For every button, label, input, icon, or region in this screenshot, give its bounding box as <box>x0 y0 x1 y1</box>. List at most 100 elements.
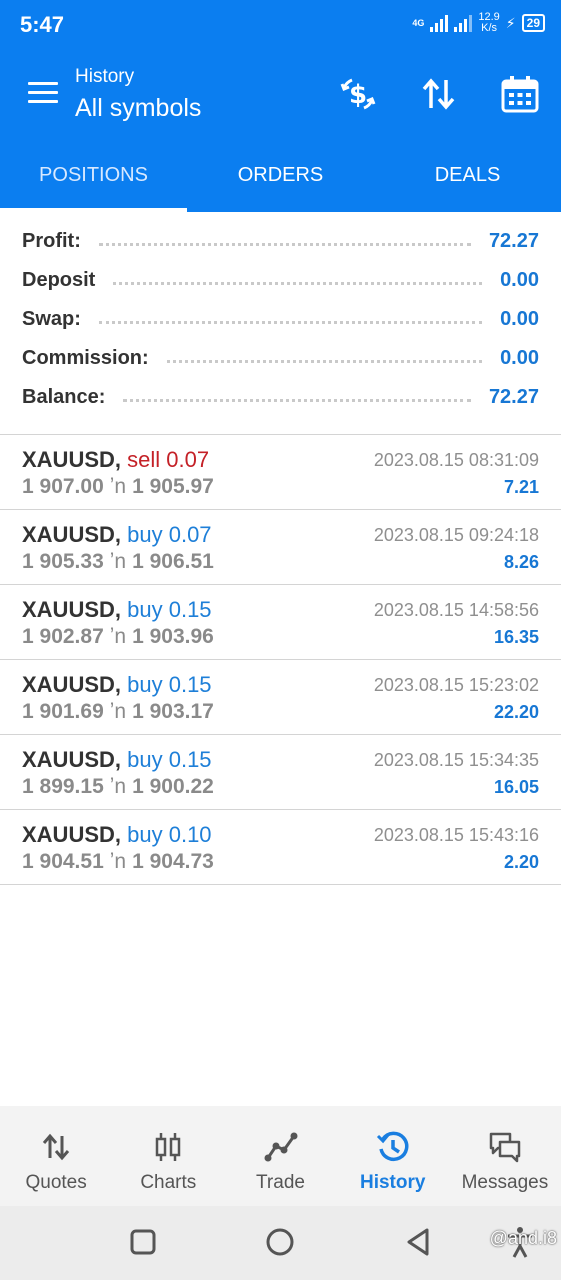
summary-row-commission: Commission: 0.00 <box>0 339 561 378</box>
summary-row-balance: Balance: 72.27 <box>0 378 561 417</box>
list-item[interactable]: XAUUSD, buy 0.10 1 904.51 ʼn 1 904.73 2023… <box>0 810 561 885</box>
deal-symbol: XAUUSD, <box>22 597 122 622</box>
deal-prices: 1 904.51 ʼn 1 904.73 <box>22 850 214 874</box>
deal-time: 2023.08.15 15:43:16 <box>373 825 539 845</box>
deal-open-price: 1 905.33 <box>22 550 104 573</box>
nav-label: Trade <box>256 1172 305 1193</box>
tab-deals[interactable]: DEALS <box>374 138 561 212</box>
commission-value: 0.00 <box>500 347 539 369</box>
swap-label: Swap: <box>22 308 81 330</box>
dotted-leader <box>166 360 483 363</box>
deal-action: buy 0.07 <box>127 522 212 547</box>
status-bar: 5:47 4G 12.9 K/s ⚡ 29 <box>0 0 561 52</box>
deal-close-price: 1 904.73 <box>132 850 214 873</box>
currency-exchange-icon[interactable]: $ <box>338 74 378 114</box>
battery-level: 29 <box>521 14 545 32</box>
deal-title: XAUUSD, buy 0.15 <box>22 747 212 773</box>
deal-action: buy 0.10 <box>127 822 212 847</box>
status-icons: 4G 12.9 K/s ⚡ 29 <box>412 12 545 34</box>
deal-prices: 1 907.00 ʼn 1 905.97 <box>22 475 214 499</box>
deal-profit: 16.05 <box>493 777 539 797</box>
deal-profit: 16.35 <box>493 627 539 647</box>
deposit-value: 0.00 <box>500 269 539 291</box>
deal-time: 2023.08.15 08:31:09 <box>373 450 539 470</box>
deal-open-price: 1 899.15 <box>22 775 104 798</box>
deal-open-price: 1 907.00 <box>22 475 104 498</box>
deal-title: XAUUSD, buy 0.15 <box>22 672 212 698</box>
list-item[interactable]: XAUUSD, buy 0.15 1 901.69 ʼn 1 903.17 2023… <box>0 660 561 735</box>
deal-symbol: XAUUSD, <box>22 822 122 847</box>
deal-profit: 22.20 <box>493 702 539 722</box>
nav-label: History <box>359 1172 426 1193</box>
deal-symbol: XAUUSD, <box>22 522 122 547</box>
history-icon <box>376 1131 409 1162</box>
deal-profit: 7.21 <box>503 477 539 497</box>
deal-close-price: 1 903.96 <box>132 625 214 648</box>
list-item[interactable]: XAUUSD, sell 0.07 1 907.00 ʼn 1 905.97 202… <box>0 435 561 510</box>
nav-charts[interactable]: Charts <box>112 1106 224 1206</box>
summary-row-deposit: Deposit 0.00 <box>0 261 561 300</box>
deal-time: 2023.08.15 14:58:56 <box>373 600 539 620</box>
swap-value: 0.00 <box>500 308 539 330</box>
nav-label: Messages <box>461 1172 549 1193</box>
page-subtitle: History <box>75 66 135 87</box>
dotted-leader <box>98 321 483 324</box>
dotted-leader <box>113 282 483 285</box>
deal-prices: 1 901.69 ʼn 1 903.17 <box>22 700 214 724</box>
deal-time: 2023.08.15 15:23:02 <box>373 675 539 695</box>
summary-panel: Profit: 72.27 Deposit 0.00 Swap: 0.00 Co… <box>0 222 561 417</box>
page-title[interactable]: All symbols <box>75 94 201 123</box>
list-item[interactable]: XAUUSD, buy 0.15 1 899.15 ʼn 1 900.22 2023… <box>0 735 561 810</box>
recent-apps-icon[interactable] <box>125 1224 161 1260</box>
deal-title: XAUUSD, sell 0.07 <box>22 447 209 473</box>
app-bar: History All symbols $ <box>0 60 561 136</box>
list-item[interactable]: XAUUSD, buy 0.07 1 905.33 ʼn 1 906.51 2023… <box>0 510 561 585</box>
deal-action: sell 0.07 <box>127 447 210 472</box>
deal-close-price: 1 905.97 <box>132 475 214 498</box>
deal-prices: 1 899.15 ʼn 1 900.22 <box>22 775 214 799</box>
deal-open-price: 1 904.51 <box>22 850 104 873</box>
balance-value: 72.27 <box>488 386 539 408</box>
deal-title: XAUUSD, buy 0.07 <box>22 522 212 548</box>
deal-open-price: 1 901.69 <box>22 700 104 723</box>
watermark: @and.i8 <box>489 1228 557 1248</box>
tab-orders[interactable]: ORDERS <box>187 138 374 212</box>
home-icon[interactable] <box>262 1224 298 1260</box>
nav-label: Quotes <box>25 1172 87 1193</box>
deal-action: buy 0.15 <box>127 672 212 697</box>
deal-title: XAUUSD, buy 0.10 <box>22 822 212 848</box>
status-time: 5:47 <box>20 12 65 37</box>
svg-text:$: $ <box>349 80 367 110</box>
nav-quotes[interactable]: Quotes <box>0 1106 112 1206</box>
tab-positions[interactable]: POSITIONS <box>0 138 187 212</box>
arrow-icon: ʼn <box>109 550 127 573</box>
deal-prices: 1 902.87 ʼn 1 903.96 <box>22 625 214 649</box>
back-icon[interactable] <box>400 1224 436 1260</box>
trade-icon <box>264 1132 297 1162</box>
sort-icon[interactable] <box>419 74 459 114</box>
list-item[interactable]: XAUUSD, buy 0.15 1 902.87 ʼn 1 903.96 2023… <box>0 585 561 660</box>
deal-close-price: 1 900.22 <box>132 775 214 798</box>
summary-row-swap: Swap: 0.00 <box>0 300 561 339</box>
nav-history[interactable]: History <box>337 1106 449 1206</box>
nav-messages[interactable]: Messages <box>449 1106 561 1206</box>
deposit-label: Deposit <box>22 269 96 291</box>
balance-label: Balance: <box>22 386 106 408</box>
deal-profit: 8.26 <box>503 552 539 572</box>
deals-list: XAUUSD, sell 0.07 1 907.00 ʼn 1 905.97 202… <box>0 435 561 885</box>
deal-close-price: 1 903.17 <box>132 700 214 723</box>
deal-time: 2023.08.15 09:24:18 <box>373 525 539 545</box>
dotted-leader <box>98 243 471 246</box>
menu-icon[interactable] <box>28 82 58 106</box>
commission-label: Commission: <box>22 347 149 369</box>
deal-open-price: 1 902.87 <box>22 625 104 648</box>
arrow-icon: ʼn <box>109 775 127 798</box>
network-speed: 12.9 K/s <box>478 12 499 34</box>
deal-prices: 1 905.33 ʼn 1 906.51 <box>22 550 214 574</box>
deal-action: buy 0.15 <box>127 597 212 622</box>
tab-bar: POSITIONS ORDERS DEALS <box>0 138 561 212</box>
nav-trade[interactable]: Trade <box>224 1106 336 1206</box>
quotes-icon <box>42 1133 70 1161</box>
calendar-icon[interactable] <box>500 74 540 114</box>
deal-symbol: XAUUSD, <box>22 747 122 772</box>
